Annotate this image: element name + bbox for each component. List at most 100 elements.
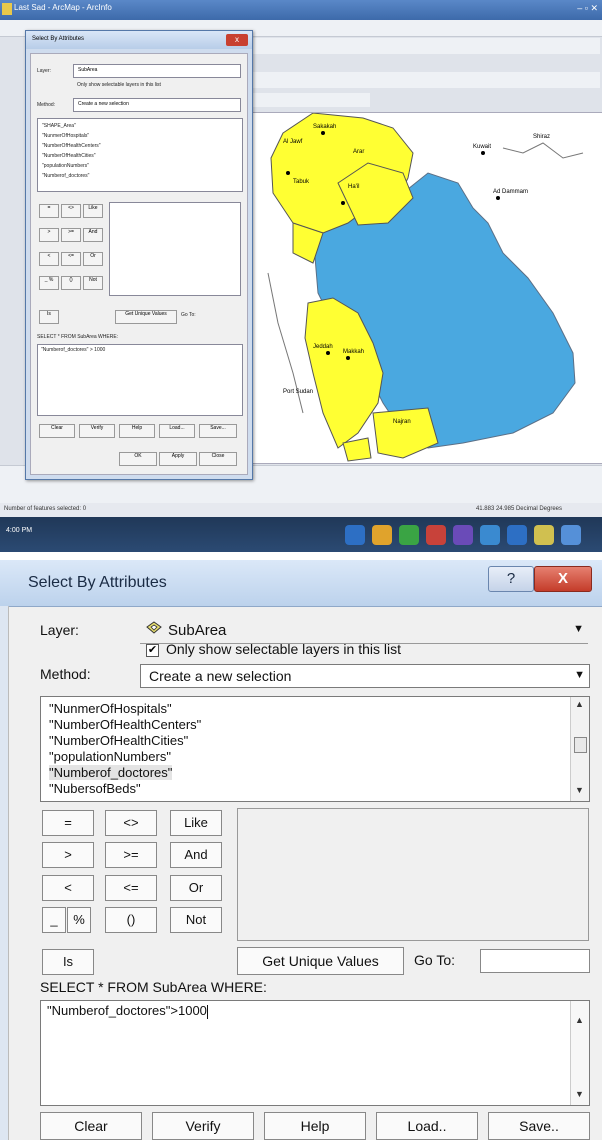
list-item[interactable]: "NumberOfHealthCities"	[49, 733, 188, 748]
taskbar-app-icon[interactable]	[426, 525, 446, 545]
chevron-down-icon[interactable]: ▼	[574, 669, 585, 681]
mini-layer-combo[interactable]: SubArea	[73, 64, 241, 78]
sql-expression-value: "Numberof_doctores">1000	[47, 1003, 207, 1018]
close-icon[interactable]: x	[226, 34, 248, 46]
help-icon[interactable]: ?	[488, 566, 534, 592]
mini-load-button[interactable]: Load...	[159, 424, 195, 438]
clear-button[interactable]: Clear	[40, 1112, 142, 1140]
scroll-up-icon[interactable]: ▲	[575, 699, 584, 709]
mini-method-combo[interactable]: Create a new selection	[73, 98, 241, 112]
map-view[interactable]: Sakakah Al Jawf Arar Tabuk Ha'il Jeddah …	[252, 112, 602, 464]
fields-list[interactable]: "NunmerOfHospitals" "NumberOfHealthCente…	[40, 696, 590, 802]
scroll-down-icon[interactable]: ▼	[575, 785, 584, 795]
op-and-button[interactable]: And	[170, 842, 222, 868]
list-item[interactable]: "NumberOfHealthCenters"	[49, 717, 201, 732]
mini-op-button[interactable]: _ %	[39, 276, 59, 290]
mini-op-button[interactable]: <>	[61, 204, 81, 218]
taskbar-app-icon[interactable]	[507, 525, 527, 545]
mini-op-button[interactable]: Like	[83, 204, 103, 218]
mini-values-pane[interactable]	[109, 202, 241, 296]
mini-help-button[interactable]: Help	[119, 424, 155, 438]
mini-op-button[interactable]: >=	[61, 228, 81, 242]
fields-scrollbar[interactable]: ▲ ▼	[570, 697, 589, 801]
map-label: Shiraz	[533, 134, 550, 140]
verify-button[interactable]: Verify	[152, 1112, 254, 1140]
city-marker	[481, 151, 485, 155]
map-label: Ha'il	[348, 184, 359, 190]
list-item[interactable]: "NunmerOfHospitals"	[49, 701, 172, 716]
arcmap-icon	[2, 3, 12, 15]
mini-clear-button[interactable]: Clear	[39, 424, 75, 438]
mini-sql-box[interactable]: "Numberof_doctores" > 1000	[37, 344, 243, 416]
mini-fields-list[interactable]: "SHAPE_Area" "NunmerOfHospitals" "Number…	[37, 118, 243, 192]
app-toolbar-tools[interactable]	[250, 72, 600, 88]
sql-scrollbar[interactable]: ▲ ▼	[570, 1001, 589, 1105]
mini-op-button[interactable]: Or	[83, 252, 103, 266]
scroll-down-icon[interactable]: ▼	[575, 1089, 584, 1099]
mini-save-button[interactable]: Save...	[199, 424, 237, 438]
mini-field-item[interactable]: "Numberof_doctores"	[42, 173, 89, 179]
list-item[interactable]: "NubersofBeds"	[49, 781, 141, 796]
taskbar-app-icon[interactable]	[372, 525, 392, 545]
mini-op-button[interactable]: Not	[83, 276, 103, 290]
method-label: Method:	[40, 666, 91, 682]
mini-op-button[interactable]: >	[39, 228, 59, 242]
op-underscore-button[interactable]: _	[42, 907, 66, 933]
mini-field-item[interactable]: "NumberOfHealthCities"	[42, 153, 96, 159]
mini-ok-button[interactable]: OK	[119, 452, 157, 466]
get-unique-values-button[interactable]: Get Unique Values	[237, 947, 404, 975]
go-to-input[interactable]	[480, 949, 590, 973]
op-like-button[interactable]: Like	[170, 810, 222, 836]
mini-op-button[interactable]: ()	[61, 276, 81, 290]
chevron-down-icon[interactable]: ▼	[573, 623, 584, 635]
op-less-equal-button[interactable]: <=	[105, 875, 157, 901]
op-not-button[interactable]: Not	[170, 907, 222, 933]
list-item[interactable]: "populationNumbers"	[49, 749, 171, 764]
mini-op-button[interactable]: Is	[39, 310, 59, 324]
mini-close-button[interactable]: Close	[199, 452, 237, 466]
taskbar-app-icon[interactable]	[561, 525, 581, 545]
text-caret	[206, 1004, 208, 1019]
mini-field-item[interactable]: "populationNumbers"	[42, 163, 89, 169]
scroll-thumb[interactable]	[574, 737, 587, 753]
op-less-button[interactable]: <	[42, 875, 94, 901]
op-not-equals-button[interactable]: <>	[105, 810, 157, 836]
list-item-selected[interactable]: "Numberof_doctores"	[49, 765, 173, 780]
app-toolbar-editor[interactable]	[250, 93, 370, 107]
taskbar-app-icon[interactable]	[480, 525, 500, 545]
mini-apply-button[interactable]: Apply	[159, 452, 197, 466]
taskbar-app-icon[interactable]	[345, 525, 365, 545]
sql-expression-box[interactable]: "Numberof_doctores">1000 ▲ ▼	[40, 1000, 590, 1106]
op-greater-button[interactable]: >	[42, 842, 94, 868]
op-equals-button[interactable]: =	[42, 810, 94, 836]
only-selectable-checkbox[interactable]: ✔	[146, 644, 159, 657]
op-or-button[interactable]: Or	[170, 875, 222, 901]
mini-get-unique-button[interactable]: Get Unique Values	[115, 310, 177, 324]
unique-values-list[interactable]	[237, 808, 589, 941]
mini-field-item[interactable]: "SHAPE_Area"	[42, 123, 76, 129]
method-combo[interactable]: Create a new selection ▼	[140, 664, 590, 688]
op-greater-equal-button[interactable]: >=	[105, 842, 157, 868]
op-is-button[interactable]: Is	[42, 949, 94, 975]
mini-verify-button[interactable]: Verify	[79, 424, 115, 438]
load-button[interactable]: Load..	[376, 1112, 478, 1140]
mini-op-button[interactable]: <=	[61, 252, 81, 266]
city-marker	[346, 356, 350, 360]
taskbar-app-icon[interactable]	[534, 525, 554, 545]
save-button[interactable]: Save..	[488, 1112, 590, 1140]
taskbar-app-icon[interactable]	[399, 525, 419, 545]
mini-op-button[interactable]: <	[39, 252, 59, 266]
op-parens-button[interactable]: ()	[105, 907, 157, 933]
app-toolbar-standard[interactable]	[250, 38, 600, 54]
taskbar-app-icon[interactable]	[453, 525, 473, 545]
op-percent-button[interactable]: %	[67, 907, 91, 933]
mini-op-button[interactable]: =	[39, 204, 59, 218]
close-icon[interactable]: X	[534, 566, 592, 592]
mini-field-item[interactable]: "NumberOfHealthCenters"	[42, 143, 101, 149]
scroll-up-icon[interactable]: ▲	[575, 1015, 584, 1025]
mini-op-button[interactable]: And	[83, 228, 103, 242]
mini-field-item[interactable]: "NunmerOfHospitals"	[42, 133, 89, 139]
window-controls[interactable]: – ▫ ✕	[577, 3, 598, 14]
help-button[interactable]: Help	[264, 1112, 366, 1140]
mini-only-selectable[interactable]: Only show selectable layers in this list	[77, 82, 161, 88]
